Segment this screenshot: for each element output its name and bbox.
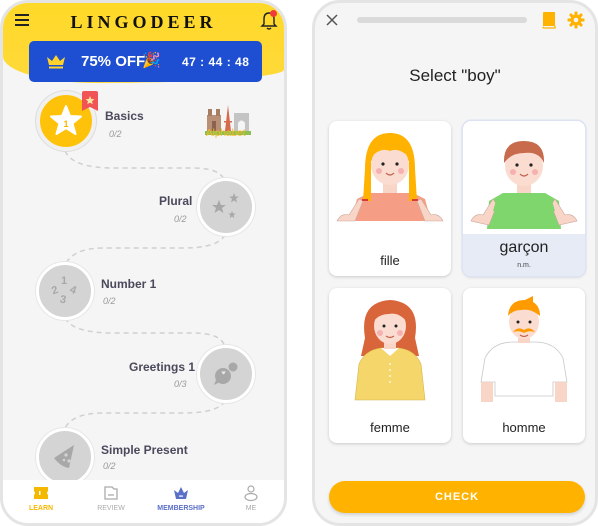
option-word: homme (502, 420, 546, 435)
tab-review[interactable]: REVIEW (81, 484, 141, 512)
lesson-title[interactable]: Simple Present (101, 443, 188, 457)
lesson-progress: 0/2 (103, 461, 116, 471)
lesson-title[interactable]: Greetings 1 (129, 360, 195, 374)
bookmark-ribbon-icon (82, 91, 98, 111)
svg-text:4: 4 (68, 284, 79, 298)
part-of-speech: n.m. (517, 262, 531, 269)
tab-learn[interactable]: LEARN (11, 484, 71, 512)
woman-illustration (354, 300, 426, 401)
lesson-node-number-1[interactable]: 2 1 4 3 (36, 262, 94, 320)
settings-gear-icon[interactable] (567, 11, 585, 29)
pizza-slice-icon (54, 445, 74, 468)
girl-illustration (336, 133, 444, 222)
book-icon[interactable] (541, 11, 557, 29)
tab-label: MEMBERSHIP (157, 505, 205, 512)
profile-icon (244, 485, 258, 502)
man-illustration (480, 296, 568, 402)
lesson-progress: 0/2 (103, 296, 116, 306)
option-word: fille (380, 253, 400, 268)
lesson-progress-bar (357, 17, 527, 23)
lesson-node-plural[interactable] (197, 178, 255, 236)
numbers-icon: 2 1 4 3 (50, 275, 79, 307)
tab-me[interactable]: ME (221, 484, 281, 512)
lesson-progress: 0/2 (109, 129, 122, 139)
stars-icon (212, 193, 239, 218)
tab-label: LEARN (28, 505, 54, 512)
lesson-number: 1 (63, 119, 68, 129)
lesson-node-simple-present[interactable] (36, 428, 94, 486)
svg-text:1: 1 (61, 275, 67, 287)
lesson-title[interactable]: Plural (159, 194, 192, 208)
quiz-prompt: Select "boy" (409, 66, 501, 85)
lesson-progress: 0/2 (174, 214, 187, 224)
option-word: garçon (499, 239, 549, 256)
close-icon[interactable] (325, 13, 339, 27)
svg-text:3: 3 (59, 294, 67, 307)
learn-screen: LINGODEER 75% OFF 🎉 47 : 44 : 48 1 Basic… (0, 0, 287, 526)
tab-label: REVIEW (97, 505, 125, 512)
quiz-screen: Select "boy" fille garçon n.m. femme hom… (312, 0, 598, 526)
alphabet-label[interactable]: Alphabet (206, 128, 245, 139)
option-card-homme[interactable]: homme (463, 288, 585, 443)
option-word: femme (370, 420, 410, 435)
lesson-progress: 0/3 (174, 379, 187, 389)
review-folder-icon (104, 486, 118, 500)
lesson-node-greetings-1[interactable] (197, 345, 255, 403)
svg-text:2: 2 (50, 284, 60, 297)
lesson-title[interactable]: Number 1 (101, 277, 156, 291)
option-card-fille[interactable]: fille (329, 121, 451, 276)
lesson-title[interactable]: Basics (105, 109, 144, 123)
option-card-garcon[interactable]: garçon n.m. (463, 121, 585, 276)
tab-label: ME (245, 505, 257, 512)
option-card-femme[interactable]: femme (329, 288, 451, 443)
chat-bubbles-icon (214, 362, 238, 385)
check-button[interactable]: CHECK (329, 481, 585, 513)
boy-illustration (470, 141, 578, 229)
tab-membership[interactable]: MEMBERSHIP (151, 484, 211, 512)
membership-crown-icon (174, 487, 188, 499)
bottom-tab-bar: LEARN REVIEW MEMBERSHIP ME (3, 480, 284, 523)
learn-ticket-icon (34, 487, 48, 499)
